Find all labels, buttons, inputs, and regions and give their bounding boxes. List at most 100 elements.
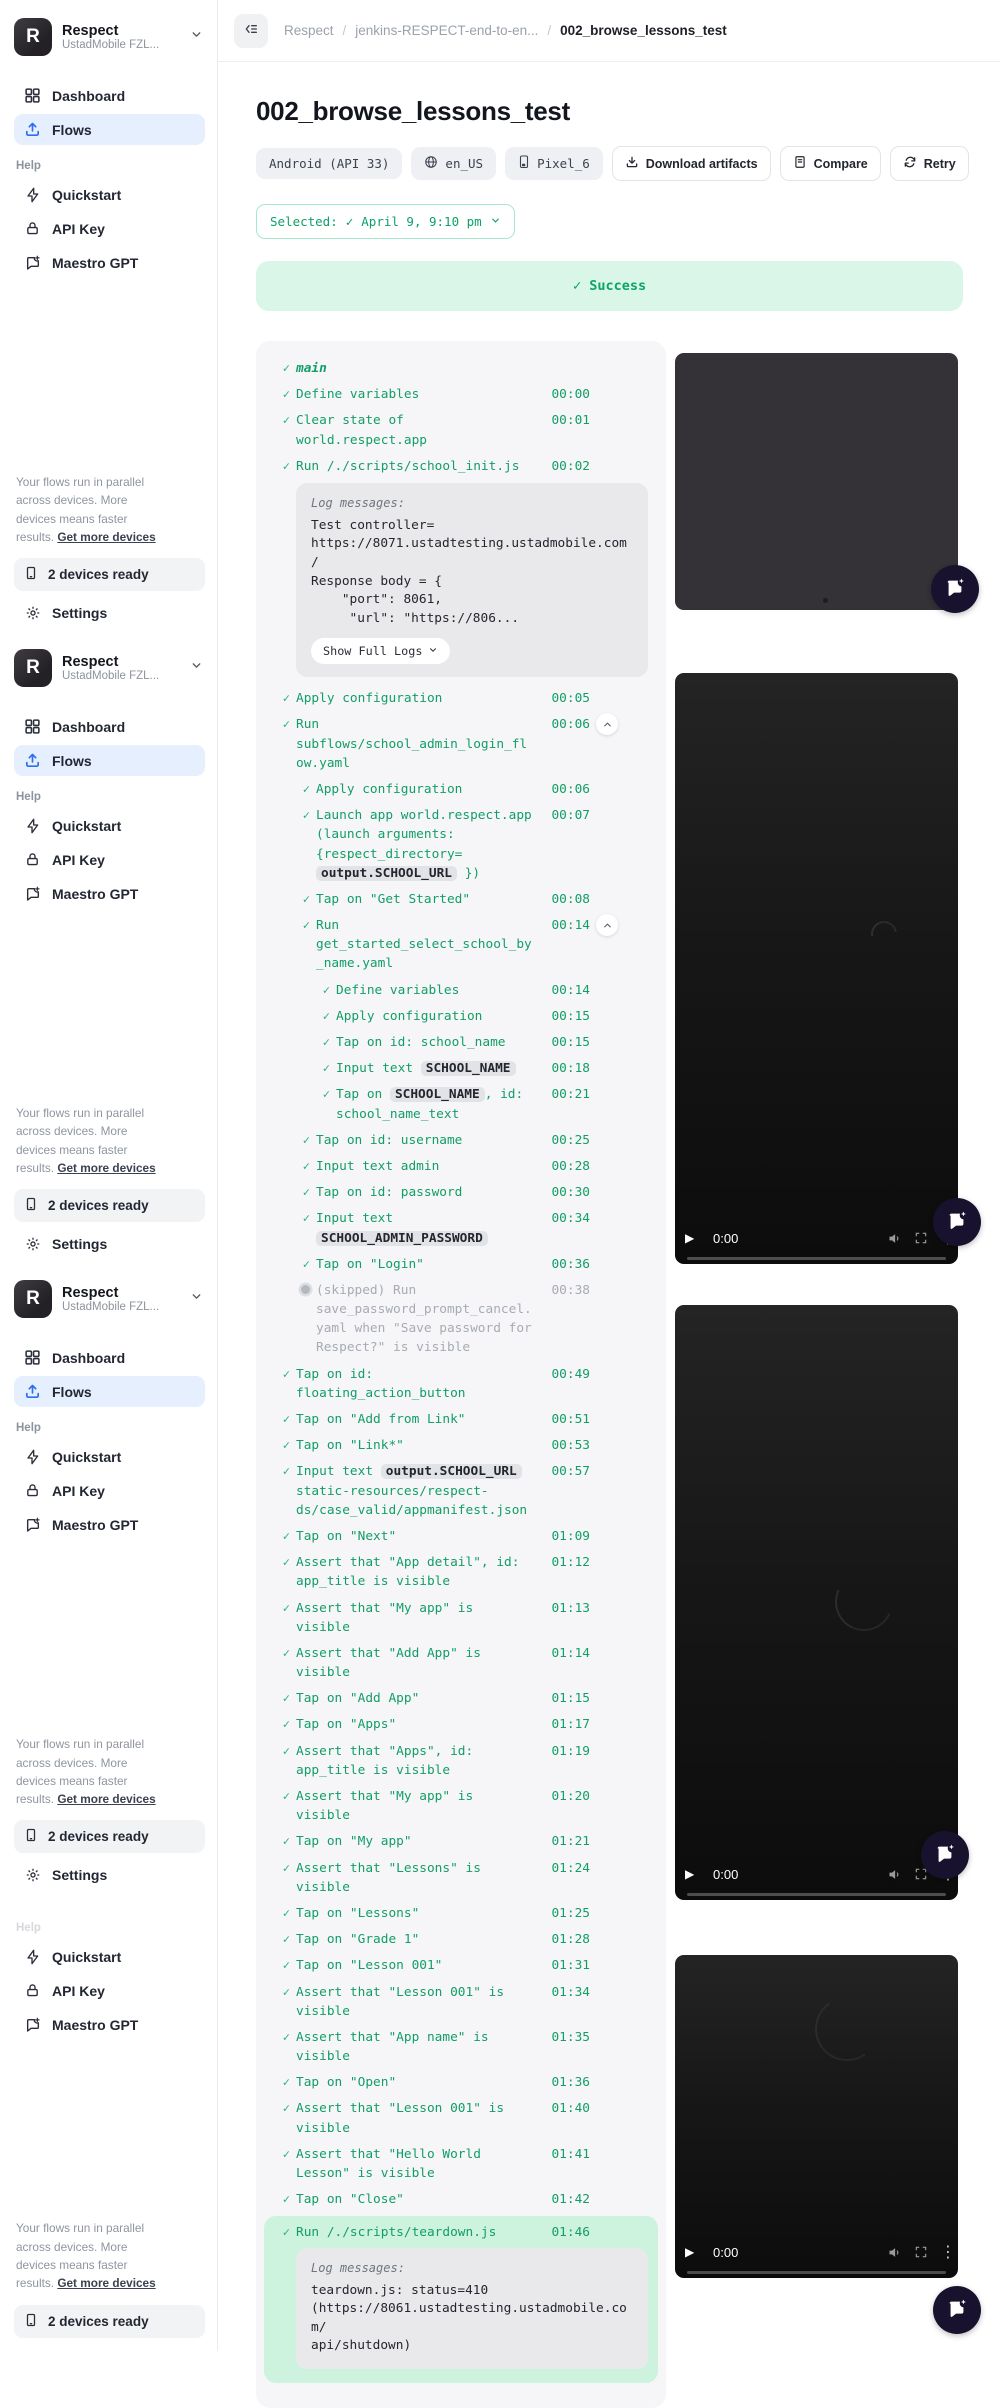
fullscreen-icon[interactable]: [914, 1231, 928, 1245]
devices-ready-pill[interactable]: 2 devices ready: [14, 1820, 205, 1854]
step-row[interactable]: ✓ Tap on "Apps" 01:17: [270, 1715, 652, 1734]
sidebar-item-settings[interactable]: Settings: [14, 1859, 205, 1890]
selected-step-highlight[interactable]: ✓ Run /./scripts/teardown.js 01:46 Log mess…: [264, 2216, 658, 2383]
download-artifacts-button[interactable]: Download artifacts: [611, 146, 771, 181]
sidebar-item-api-key[interactable]: API Key: [14, 1975, 205, 2006]
step-row[interactable]: ✓ Run subflows/school_admin_login_flow.ya…: [270, 713, 652, 773]
step-row[interactable]: ✓ Input text SCHOOL_ADMIN_PASSWORD 00:34: [270, 1209, 652, 1247]
video-progress-bar[interactable]: [687, 1893, 946, 1896]
step-row[interactable]: ✓ Tap on SCHOOL_NAME, id: school_name_tex…: [270, 1085, 652, 1123]
step-row[interactable]: ✓ Input text SCHOOL_NAME 00:18: [270, 1059, 652, 1078]
workspace-switcher[interactable]: R Respect UstadMobile FZL...: [14, 18, 205, 56]
breadcrumb-run[interactable]: jenkins-RESPECT-end-to-en...: [355, 23, 538, 38]
collapse-sidebar-button[interactable]: [234, 13, 268, 48]
step-row[interactable]: ✓ Tap on "Close" 01:42: [270, 2190, 652, 2209]
step-row[interactable]: ✓ Tap on "Link*" 00:53: [270, 1436, 652, 1455]
step-row[interactable]: ✓ Clear state of world.respect.app 00:01: [270, 411, 652, 449]
step-row[interactable]: ✓ Assert that "Lessons" is visible 01:24: [270, 1859, 652, 1897]
step-row[interactable]: ✓ Tap on "Lessons" 01:25: [270, 1904, 652, 1923]
step-row[interactable]: ✓ Tap on id: floating_action_button 00:49: [270, 1365, 652, 1403]
step-row[interactable]: ✓ main: [270, 359, 652, 378]
step-row[interactable]: ✓ Tap on "Get Started" 00:08: [270, 890, 652, 909]
play-icon[interactable]: ▶: [685, 1231, 701, 1245]
volume-icon[interactable]: [887, 1231, 902, 1246]
step-row[interactable]: ✓ Assert that "App detail", id: app_title…: [270, 1553, 652, 1591]
step-row[interactable]: ✓ Run /./scripts/teardown.js 01:46: [270, 2223, 652, 2242]
step-row[interactable]: ✓ Tap on id: username 00:25: [270, 1131, 652, 1150]
assistant-button[interactable]: [921, 1831, 969, 1879]
step-row[interactable]: ✓ Assert that "My app" is visible 01:13: [270, 1599, 652, 1637]
step-row[interactable]: ✓ Launch app world.respect.app (launch ar…: [270, 806, 652, 883]
step-row[interactable]: ✓ Tap on "Open" 01:36: [270, 2073, 652, 2092]
volume-icon[interactable]: [887, 1867, 902, 1882]
play-icon[interactable]: ▶: [685, 2245, 701, 2259]
get-more-devices-link[interactable]: Get more devices: [57, 530, 155, 544]
step-row[interactable]: ✓ Assert that "Add App" is visible 01:14: [270, 1644, 652, 1682]
sidebar-item-dashboard[interactable]: Dashboard: [14, 711, 205, 742]
sidebar-item-flows[interactable]: Flows: [14, 114, 205, 145]
video-player[interactable]: ▶ 0:00 ⋮: [675, 1305, 958, 1900]
fullscreen-icon[interactable]: [914, 2245, 928, 2259]
breadcrumb-workspace[interactable]: Respect: [284, 23, 334, 38]
collapse-step-button[interactable]: [596, 914, 618, 937]
step-row[interactable]: ✓ Assert that "Lesson 001" is visible 01:3…: [270, 1983, 652, 2021]
step-row[interactable]: ✓ Tap on id: password 00:30: [270, 1183, 652, 1202]
video-progress-bar[interactable]: [687, 1257, 946, 1260]
sidebar-item-quickstart[interactable]: Quickstart: [14, 1941, 205, 1972]
workspace-switcher[interactable]: R Respect UstadMobile FZL...: [14, 1280, 205, 1319]
video-player[interactable]: ▶ 0:00 ⋮: [675, 673, 958, 1264]
sidebar-item-maestro-gpt[interactable]: Maestro GPT: [14, 2009, 205, 2040]
step-row[interactable]: ✓ Assert that "Hello World Lesson" is vis…: [270, 2145, 652, 2183]
sidebar-item-settings[interactable]: Settings: [14, 1228, 205, 1259]
sidebar-item-api-key[interactable]: API Key: [14, 213, 205, 244]
sidebar-item-dashboard[interactable]: Dashboard: [14, 80, 205, 111]
play-icon[interactable]: ▶: [685, 1867, 701, 1881]
step-row[interactable]: ✓ Tap on "Grade 1" 01:28: [270, 1930, 652, 1949]
step-row[interactable]: ✓ Tap on "Add App" 01:15: [270, 1689, 652, 1708]
sidebar-item-quickstart[interactable]: Quickstart: [14, 179, 205, 210]
assistant-button[interactable]: [933, 2286, 981, 2334]
compare-button[interactable]: Compare: [779, 146, 881, 181]
step-row[interactable]: ✓ Tap on "My app" 01:21: [270, 1832, 652, 1851]
sidebar-item-maestro-gpt[interactable]: Maestro GPT: [14, 247, 205, 278]
step-row[interactable]: ✓ Apply configuration 00:06: [270, 780, 652, 799]
kebab-menu-icon[interactable]: ⋮: [940, 2242, 956, 2262]
step-row[interactable]: ✓ Apply configuration 00:05: [270, 689, 652, 708]
show-full-logs-button[interactable]: Show Full Logs: [311, 638, 451, 665]
step-row[interactable]: ✓ Tap on "Login" 00:36: [270, 1255, 652, 1274]
sidebar-item-api-key[interactable]: API Key: [14, 1475, 205, 1506]
volume-icon[interactable]: [887, 2245, 902, 2260]
sidebar-item-flows[interactable]: Flows: [14, 1376, 205, 1408]
step-row[interactable]: (skipped) Run save_password_prompt_cance…: [270, 1281, 652, 1358]
step-row[interactable]: ✓ Define variables 00:00: [270, 385, 652, 404]
step-row[interactable]: ✓ Apply configuration 00:15: [270, 1007, 652, 1026]
sidebar-item-maestro-gpt[interactable]: Maestro GPT: [14, 878, 205, 909]
assistant-button[interactable]: [931, 565, 979, 613]
step-row[interactable]: ✓ Tap on "Lesson 001" 01:31: [270, 1956, 652, 1975]
get-more-devices-link[interactable]: Get more devices: [57, 2276, 155, 2290]
sidebar-item-quickstart[interactable]: Quickstart: [14, 1441, 205, 1472]
sidebar-item-maestro-gpt[interactable]: Maestro GPT: [14, 1509, 205, 1540]
step-row[interactable]: ✓ Tap on id: school_name 00:15: [270, 1033, 652, 1052]
screen-recording-preview[interactable]: [675, 353, 958, 610]
get-more-devices-link[interactable]: Get more devices: [57, 1792, 155, 1806]
sidebar-item-flows[interactable]: Flows: [14, 745, 205, 777]
workspace-switcher[interactable]: R Respect UstadMobile FZL...: [14, 649, 205, 688]
devices-ready-pill[interactable]: 2 devices ready: [14, 558, 205, 592]
step-row[interactable]: ✓ Run get_started_select_school_by_name.y…: [270, 914, 652, 974]
step-row[interactable]: ✓ Assert that "App name" is visible 01:35: [270, 2028, 652, 2066]
selected-run-dropdown[interactable]: Selected: ✓ April 9, 9:10 pm: [256, 204, 515, 239]
video-progress-bar[interactable]: [687, 2271, 946, 2274]
retry-button[interactable]: Retry: [889, 146, 969, 181]
step-row[interactable]: ✓ Tap on "Add from Link" 00:51: [270, 1410, 652, 1429]
sidebar-item-dashboard[interactable]: Dashboard: [14, 1342, 205, 1373]
collapse-step-button[interactable]: [596, 713, 618, 736]
step-row[interactable]: ✓ Assert that "Lesson 001" is visible 01:4…: [270, 2099, 652, 2137]
sidebar-item-quickstart[interactable]: Quickstart: [14, 810, 205, 841]
step-row[interactable]: ✓ Tap on "Next" 01:09: [270, 1527, 652, 1546]
sidebar-item-api-key[interactable]: API Key: [14, 844, 205, 875]
step-row[interactable]: ✓ Assert that "My app" is visible 01:20: [270, 1787, 652, 1825]
sidebar-item-settings[interactable]: Settings: [14, 2344, 205, 2352]
step-row[interactable]: ✓ Assert that "Apps", id: app_title is vi…: [270, 1742, 652, 1780]
assistant-button[interactable]: [933, 1198, 981, 1246]
